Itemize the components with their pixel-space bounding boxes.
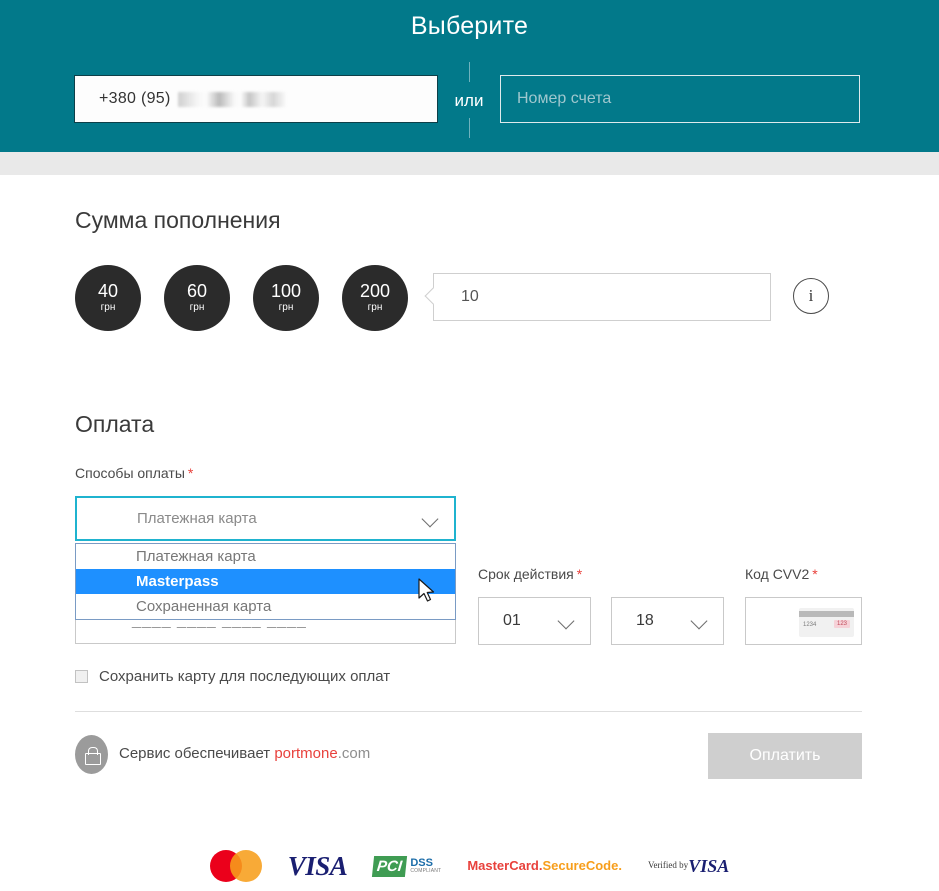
verified-by-visa-logo: Verified by VISA [647, 855, 730, 876]
phone-number-value: +380 (95) [99, 90, 171, 107]
mastercard-securecode-logo: MasterCard. SecureCode. [467, 857, 622, 873]
pci-dss-text-group: DSS COMPLIANT [410, 857, 442, 875]
lock-icon [75, 735, 108, 774]
expiry-month-select[interactable]: 01 [478, 597, 591, 645]
expiry-year-value: 18 [636, 612, 654, 629]
or-label: или [454, 90, 484, 110]
expiry-label: Срок действия * [478, 566, 582, 582]
amount-chip-unit: грн [100, 301, 116, 313]
phone-number-input[interactable]: +380 (95) [74, 75, 438, 123]
amount-chip-unit: грн [189, 301, 205, 313]
cvv-card-hint-icon: 1234 123 [799, 608, 854, 637]
amount-chip-100[interactable]: 100 грн [253, 265, 319, 331]
cvv-card-stripe [799, 611, 854, 617]
page-header: Выберите +380 (95) или Номер счета [0, 0, 939, 152]
payment-method-select[interactable]: Платежная карта [75, 496, 456, 541]
portmone-domain: .com [337, 745, 371, 762]
amount-chip-value: 40 [97, 281, 119, 302]
amount-section-title: Сумма пополнения [75, 207, 281, 233]
amount-chip-60[interactable]: 60 грн [164, 265, 230, 331]
pci-compliant-text: COMPLIANT [410, 868, 442, 875]
expiry-label-text: Срок действия [478, 566, 574, 582]
amount-input[interactable]: 10 [433, 273, 771, 321]
payment-logos-row: VISA PCI DSS COMPLIANT MasterCard. Secur… [0, 850, 939, 882]
padlock-glyph [84, 746, 101, 765]
chevron-down-icon [691, 612, 709, 630]
cvv-label: Код CVV2 * [745, 566, 818, 582]
page-title: Выберите [410, 12, 529, 40]
amount-input-wrapper: 10 [424, 273, 771, 321]
or-line-top [468, 62, 470, 82]
or-separator: или [445, 62, 493, 138]
amount-chip-value: 100 [270, 281, 302, 302]
chevron-down-icon [422, 510, 440, 528]
account-number-input[interactable]: Номер счета [500, 75, 860, 123]
cvv-card-number: 1234 [803, 622, 817, 628]
amount-chip-unit: грн [367, 301, 383, 313]
save-card-row[interactable]: Сохранить карту для последующих оплат [75, 668, 390, 685]
payment-method-label-text: Способы оплаты [75, 465, 185, 481]
service-provider-prefix: Сервис обеспечивает [119, 745, 275, 762]
expiry-month-value: 01 [503, 612, 521, 629]
dropdown-option-saved-card[interactable]: Сохраненная карта [76, 594, 455, 619]
payment-method-selected-value: Платежная карта [137, 510, 257, 527]
or-line-bottom [468, 118, 470, 138]
mastercard-icon [209, 850, 262, 882]
mastercard-circle-orange [229, 850, 262, 882]
visa-logo: VISA [288, 851, 348, 882]
save-card-label: Сохранить карту для последующих оплат [99, 668, 391, 685]
required-asterisk: * [812, 566, 818, 582]
amount-chip-value: 60 [186, 281, 208, 302]
dropdown-option-payment-card[interactable]: Платежная карта [76, 544, 455, 569]
cvv-input[interactable]: 1234 123 [745, 597, 862, 645]
verified-visa-wordmark: VISA [688, 855, 730, 876]
account-number-placeholder: Номер счета [517, 90, 612, 107]
chevron-down-icon [558, 612, 576, 630]
footer-divider [75, 711, 862, 712]
amount-chip-value: 200 [359, 281, 391, 302]
verified-by-text: Verified by [647, 860, 689, 871]
section-divider-band [0, 152, 939, 175]
phone-number-redacted-digits [177, 91, 286, 107]
portmone-brand[interactable]: portmone [274, 745, 337, 762]
info-icon[interactable]: i [793, 278, 829, 314]
pci-dss-logo: PCI DSS COMPLIANT [372, 855, 442, 877]
pci-badge-icon: PCI [372, 855, 408, 877]
payment-method-dropdown[interactable]: Платежная карта Masterpass Сохраненная к… [75, 543, 456, 620]
mastercard-logo [209, 850, 262, 882]
pay-button[interactable]: Оплатить [708, 733, 862, 779]
save-card-checkbox[interactable] [75, 670, 88, 683]
required-asterisk: * [187, 465, 194, 481]
cvv-card-code: 123 [833, 620, 850, 628]
dropdown-option-masterpass[interactable]: Masterpass [76, 569, 455, 594]
amount-chip-40[interactable]: 40 грн [75, 265, 141, 331]
amount-chip-200[interactable]: 200 грн [342, 265, 408, 331]
securecode-top-text: MasterCard. [467, 857, 543, 873]
payment-method-label: Способы оплаты * [75, 465, 193, 481]
expiry-year-select[interactable]: 18 [611, 597, 724, 645]
required-asterisk: * [576, 566, 583, 582]
visa-wordmark: VISA [287, 850, 348, 881]
amount-chips-row: 40 грн 60 грн 100 грн 200 грн 10 i [75, 265, 835, 331]
amount-chip-unit: грн [278, 301, 294, 313]
securecode-bottom-text: SecureCode. [542, 857, 622, 873]
payment-section-title: Оплата [75, 411, 155, 437]
cvv-label-text: Код CVV2 [745, 566, 810, 582]
service-provider-text: Сервис обеспечивает portmone.com [119, 745, 370, 762]
